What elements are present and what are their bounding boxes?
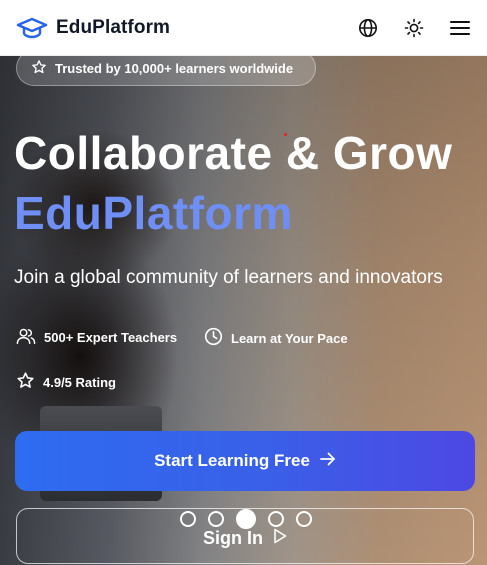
- signin-label: Sign In: [203, 528, 263, 548]
- hero-title: Collaborate & Grow: [14, 127, 453, 179]
- feature-learn-pace: Learn at Your Pace: [204, 327, 348, 349]
- feature-label: Learn at Your Pace: [231, 330, 348, 346]
- star-icon: [16, 371, 35, 393]
- start-learning-button[interactable]: Start Learning Free: [15, 431, 475, 491]
- feature-rating: 4.9/5 Rating: [16, 371, 116, 393]
- decorative-dot: [284, 133, 287, 136]
- star-icon: [31, 59, 47, 78]
- feature-expert-teachers: 500+ Expert Teachers: [16, 327, 177, 348]
- graduation-cap-icon: [16, 15, 48, 41]
- brand[interactable]: EduPlatform: [16, 15, 170, 41]
- carousel-dot-active[interactable]: [236, 509, 256, 529]
- carousel-dot[interactable]: [296, 511, 312, 527]
- trust-badge: Trusted by 10,000+ learners worldwide: [16, 56, 316, 86]
- top-navbar: EduPlatform: [0, 0, 487, 56]
- carousel-dot[interactable]: [180, 511, 196, 527]
- hero-subtitle: Join a global community of learners and …: [14, 267, 443, 288]
- hero-title-accent: EduPlatform: [14, 187, 293, 239]
- globe-icon[interactable]: [355, 15, 381, 41]
- clock-icon: [204, 327, 223, 349]
- feature-label: 4.9/5 Rating: [43, 374, 116, 390]
- carousel-indicators: [180, 509, 312, 529]
- carousel-dot[interactable]: [208, 511, 224, 527]
- cta-label: Start Learning Free: [154, 451, 310, 470]
- feature-label: 500+ Expert Teachers: [44, 330, 178, 345]
- hamburger-menu-icon[interactable]: [447, 15, 473, 41]
- brand-name: EduPlatform: [56, 16, 171, 38]
- users-icon: [16, 327, 36, 348]
- hero-section: Trusted by 10,000+ learners worldwide Co…: [0, 56, 487, 565]
- play-icon: [273, 528, 287, 549]
- carousel-dot[interactable]: [268, 511, 284, 527]
- trust-badge-text: Trusted by 10,000+ learners worldwide: [55, 60, 294, 76]
- header-actions: [355, 15, 473, 41]
- arrow-right-icon: [320, 451, 336, 471]
- sun-icon[interactable]: [401, 15, 427, 41]
- hero-content: Trusted by 10,000+ learners worldwide Co…: [0, 56, 487, 565]
